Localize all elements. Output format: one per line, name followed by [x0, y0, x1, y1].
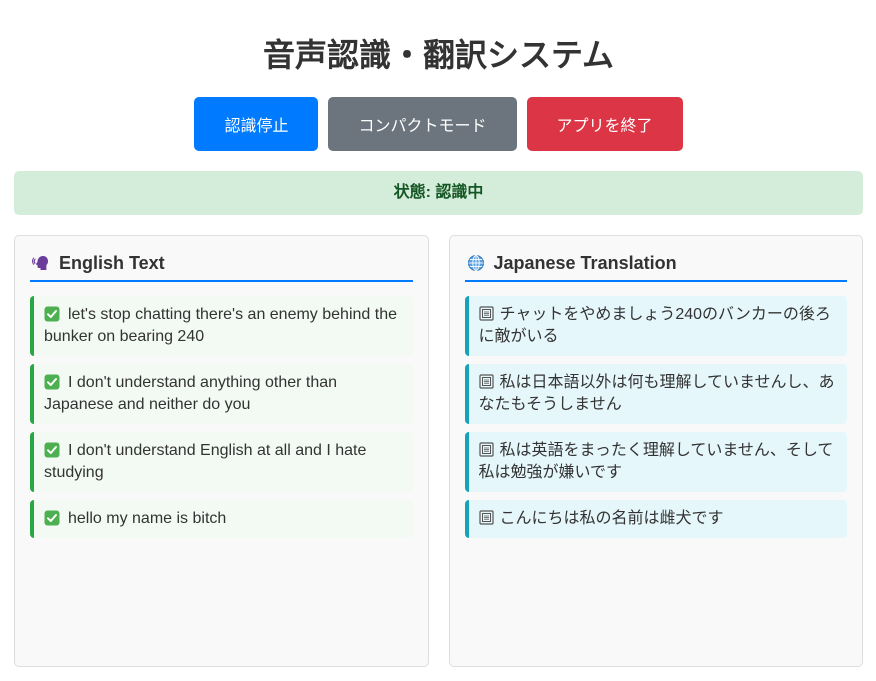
english-text-item: let's stop chatting there's an enemy beh…: [30, 296, 413, 356]
control-bar: 認識停止 コンパクトモード アプリを終了: [14, 97, 863, 151]
translation-icon: [478, 374, 494, 389]
globe-icon: [467, 254, 485, 272]
translation-item: 私は日本語以外は何も理解していませんし、あなたもそうしません: [464, 364, 847, 424]
translation-icon: [478, 510, 494, 525]
translation-item: こんにちは私の名前は雌犬です: [464, 500, 847, 538]
translation-icon: [478, 306, 494, 321]
japanese-panel: Japanese Translation チャットをやめましょう240のバンカー…: [448, 235, 863, 667]
check-mark-icon: [44, 306, 60, 322]
japanese-panel-header: Japanese Translation: [464, 251, 847, 282]
panels: English Text let's stop chatting there's…: [14, 235, 863, 667]
english-text-item: I don't understand anything other than J…: [30, 364, 413, 424]
english-panel: English Text let's stop chatting there's…: [14, 235, 429, 667]
check-mark-icon: [44, 442, 60, 458]
english-text-item: I don't understand English at all and I …: [30, 432, 413, 492]
english-panel-header: English Text: [30, 251, 413, 282]
status-value: 認識中: [435, 184, 484, 201]
translation-item: チャットをやめましょう240のバンカーの後ろに敵がいる: [464, 296, 847, 356]
english-text: let's stop chatting there's an enemy beh…: [44, 306, 397, 345]
status-bar: 状態: 認識中: [14, 171, 863, 215]
check-mark-icon: [44, 374, 60, 390]
translation-text: こんにちは私の名前は雌犬です: [499, 510, 724, 527]
translation-text: 私は日本語以外は何も理解していませんし、あなたもそうしません: [478, 374, 835, 413]
english-text: hello my name is bitch: [68, 510, 227, 527]
translation-icon: [478, 442, 494, 457]
page-title: 音声認識・翻訳システム: [262, 37, 615, 73]
compact-mode-button[interactable]: コンパクトモード: [328, 97, 517, 151]
status-label: 状態:: [393, 184, 431, 201]
english-text: I don't understand anything other than J…: [44, 374, 338, 413]
translation-item: 私は英語をまったく理解していません、そして私は勉強が嫌いです: [464, 432, 847, 492]
exit-app-button[interactable]: アプリを終了: [526, 97, 683, 151]
english-panel-title: English Text: [59, 253, 165, 273]
english-text-item: hello my name is bitch: [30, 500, 413, 538]
translation-text: チャットをやめましょう240のバンカーの後ろに敵がいる: [478, 306, 831, 345]
check-mark-icon: [44, 510, 60, 526]
japanese-panel-title: Japanese Translation: [493, 253, 677, 273]
english-text: I don't understand English at all and I …: [44, 442, 367, 481]
translation-text: 私は英語をまったく理解していません、そして私は勉強が嫌いです: [478, 442, 834, 481]
stop-recognition-button[interactable]: 認識停止: [194, 97, 319, 151]
app-window: 音声認識・翻訳システム 認識停止 コンパクトモード アプリを終了 状態: 認識中…: [0, 0, 876, 681]
speaking-head-icon: [32, 254, 50, 272]
